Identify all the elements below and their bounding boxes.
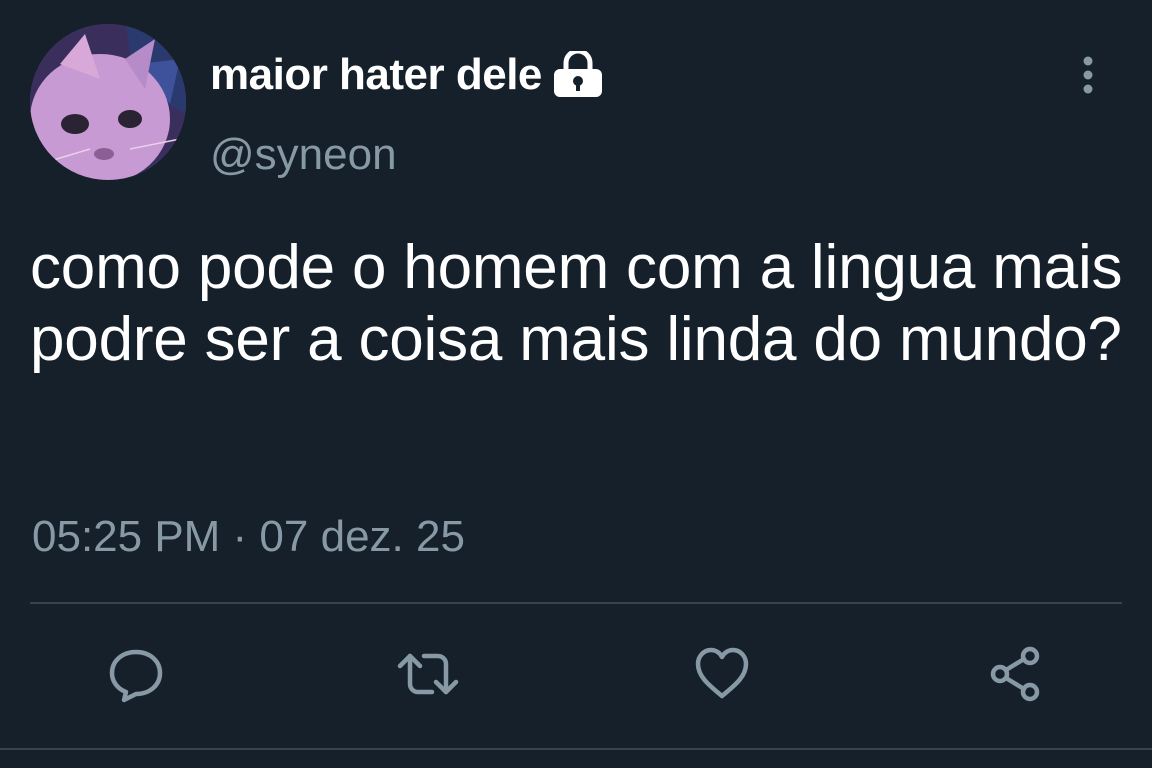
divider [30,602,1122,604]
retweet-icon [392,644,464,709]
tweet-text: como pode o homem com a lingua mais podr… [30,233,1123,374]
lock-icon [550,48,606,99]
like-button[interactable] [686,640,758,712]
reply-button[interactable] [100,640,172,712]
bottom-divider [0,748,1152,750]
tweet-card: maior hater dele @syneon como pode o hom… [0,0,1152,768]
retweet-button[interactable] [392,640,464,712]
avatar[interactable] [30,24,186,180]
display-name[interactable]: maior hater dele [210,48,606,100]
share-button[interactable] [980,640,1052,712]
action-bar [0,640,1152,720]
display-name-text: maior hater dele [210,50,542,99]
more-options-icon[interactable] [1072,54,1104,96]
user-handle[interactable]: @syneon [210,130,397,180]
heart-icon [692,644,752,709]
share-icon [986,644,1046,709]
tweet-timestamp[interactable]: 05:25 PM · 07 dez. 25 [32,512,465,562]
reply-icon [106,644,166,709]
